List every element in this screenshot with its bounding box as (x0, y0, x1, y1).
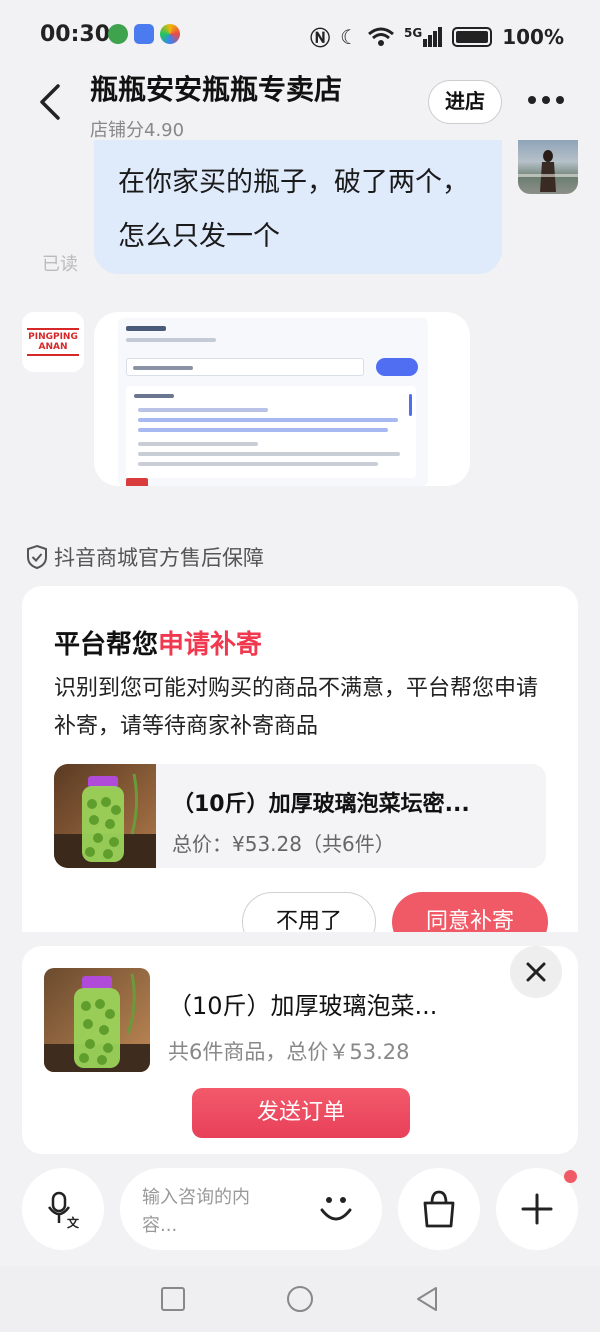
read-status: 已读 (42, 254, 78, 275)
moon-icon: ☾ (340, 24, 358, 49)
message-input[interactable]: 输入咨询的内容... (120, 1168, 382, 1250)
agree-reship-button[interactable]: 同意补寄 (392, 892, 548, 932)
shop-logo: PINGPING ANAN (27, 328, 79, 356)
order-send-card: （10斤）加厚玻璃泡菜... 共6件商品，总价￥53.28 发送订单 (22, 946, 578, 1154)
user-avatar[interactable] (518, 140, 578, 194)
enter-shop-button[interactable]: 进店 (428, 80, 502, 124)
card-title: 平台帮您申请补寄 (54, 624, 262, 661)
order-summary: 共6件商品，总价￥53.28 (168, 1040, 410, 1064)
image-message-bubble[interactable] (94, 312, 470, 486)
shop-score: 店铺分4.90 (90, 120, 185, 141)
card-title-highlight: 申请补寄 (158, 630, 263, 660)
signal-icon: 5G (404, 25, 443, 47)
shop-title[interactable]: 瓶瓶安安瓶瓶专卖店 (90, 68, 342, 108)
my-message-bubble[interactable]: 在你家买的瓶子，破了两个，怎么只发一个 (94, 140, 502, 274)
logistics-screenshot-image (118, 318, 428, 486)
message-app-icon (134, 24, 154, 44)
product-total: 总价：¥53.28（共6件） (172, 832, 395, 856)
network-type: 5G (404, 25, 423, 40)
card-description: 识别到您可能对购买的商品不满意，平台帮您申请补寄，请等待商家补寄商品 (54, 676, 539, 739)
guarantee-label: 抖音商城官方售后保障 (54, 546, 264, 570)
notification-dot (564, 1170, 577, 1183)
status-indicators: Ⓝ ☾ 5G 100% (310, 22, 564, 51)
shopping-bag-icon (423, 1190, 455, 1228)
status-time: 00:30 (40, 22, 111, 47)
order-product-name: （10斤）加厚玻璃泡菜... (168, 992, 438, 1020)
system-navigation-bar (0, 1266, 600, 1332)
close-order-card-button[interactable] (510, 946, 562, 998)
decline-button[interactable]: 不用了 (242, 892, 376, 932)
plus-icon (521, 1193, 553, 1225)
product-name: （10斤）加厚玻璃泡菜坛密... (172, 792, 470, 817)
aftersale-guarantee: 抖音商城官方售后保障 (26, 542, 264, 572)
more-menu-icon[interactable] (528, 96, 564, 104)
close-icon (526, 962, 546, 982)
voice-input-button[interactable]: 文 (22, 1168, 104, 1250)
colorful-app-icon (160, 24, 180, 44)
nfc-icon: Ⓝ (310, 26, 331, 50)
shop-avatar[interactable]: PINGPING ANAN (22, 312, 84, 372)
app-notification-icon (108, 24, 128, 44)
input-placeholder: 输入咨询的内容... (142, 1187, 250, 1236)
order-product-thumbnail (44, 968, 150, 1072)
status-app-icons (108, 24, 180, 44)
emoji-icon[interactable] (316, 1188, 356, 1228)
product-summary[interactable]: （10斤）加厚玻璃泡菜坛密... 总价：¥53.28（共6件） (54, 764, 546, 868)
card-title-prefix: 平台帮您 (54, 630, 159, 660)
shield-check-icon (27, 544, 47, 570)
battery-level: 100% (502, 24, 564, 49)
wifi-icon (368, 27, 394, 46)
product-thumbnail (54, 764, 156, 868)
voice-to-text-icon: 文 (47, 1191, 80, 1229)
home-icon[interactable] (286, 1285, 314, 1313)
recent-apps-icon[interactable] (160, 1286, 186, 1312)
shopping-bag-button[interactable] (398, 1168, 480, 1250)
battery-icon (452, 26, 493, 47)
svg-text:文: 文 (67, 1215, 80, 1229)
send-order-button[interactable]: 发送订单 (192, 1088, 410, 1138)
back-arrow-icon[interactable] (36, 82, 66, 122)
reship-request-card: 平台帮您申请补寄 识别到您可能对购买的商品不满意，平台帮您申请补寄，请等待商家补… (22, 586, 578, 932)
back-nav-icon[interactable] (414, 1285, 440, 1313)
